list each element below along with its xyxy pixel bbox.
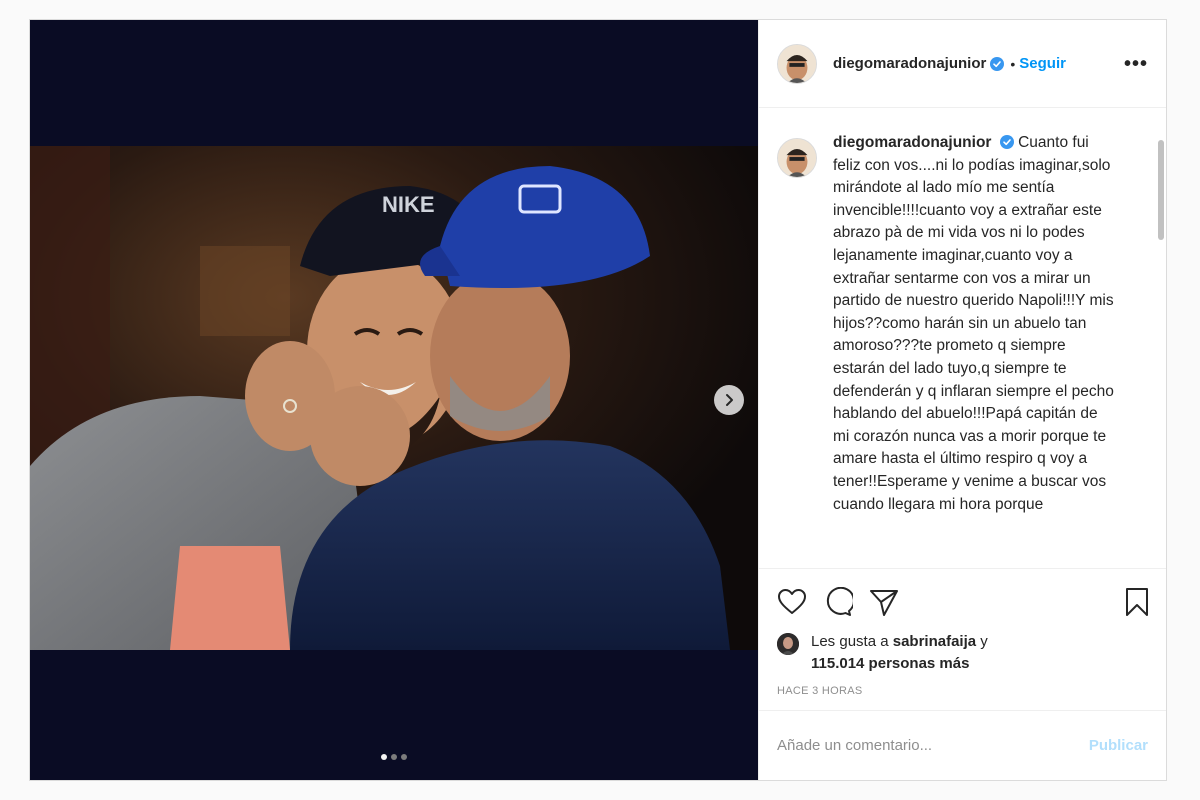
instagram-post: NIKE diegomaradonajunior • Seguir ••• di…	[29, 19, 1167, 781]
share-button[interactable]	[869, 588, 899, 616]
likes-text: Les gusta a sabrinafaija y 115.014 perso…	[811, 631, 988, 675]
caption-username[interactable]: diegomaradonajunior	[833, 134, 991, 151]
verified-badge-icon	[999, 135, 1014, 149]
post-timestamp[interactable]: Hace 3 horas	[777, 685, 1150, 697]
caption-text: Cuanto fui feliz con vos....ni lo podías…	[833, 134, 1114, 513]
post-side-panel: diegomaradonajunior • Seguir ••• diegoma…	[758, 20, 1166, 780]
carousel-indicator	[30, 754, 758, 760]
chevron-right-icon	[726, 394, 733, 406]
avatar-image	[778, 44, 816, 83]
caption-row: diegomaradonajunior Cuanto fui feliz con…	[777, 134, 1116, 516]
add-comment-bar: Publicar	[759, 710, 1166, 780]
header-separator: •	[1010, 55, 1016, 72]
carousel-next-button[interactable]	[714, 385, 744, 415]
liker-username[interactable]: sabrinafaija	[893, 633, 976, 650]
carousel-dot	[401, 754, 407, 760]
bookmark-icon	[1126, 588, 1148, 616]
comments-scrollbar[interactable]	[1158, 140, 1164, 240]
comments-area: diegomaradonajunior Cuanto fui feliz con…	[759, 108, 1166, 568]
post-media: NIKE	[30, 20, 758, 780]
carousel-dot	[381, 754, 387, 760]
verified-badge-icon	[990, 56, 1005, 71]
follow-button[interactable]: Seguir	[1019, 55, 1066, 72]
like-button[interactable]	[777, 588, 807, 616]
likes-connector: y	[980, 633, 988, 650]
likes-prefix: Les gusta a	[811, 633, 889, 650]
comment-input[interactable]	[777, 737, 1089, 754]
post-caption: diegomaradonajunior Cuanto fui feliz con…	[833, 132, 1116, 516]
author-username[interactable]: diegomaradonajunior	[833, 55, 986, 72]
likes-summary: Les gusta a sabrinafaija y 115.014 perso…	[777, 631, 1150, 675]
avatar-image	[777, 633, 799, 655]
post-actions: Les gusta a sabrinafaija y 115.014 perso…	[759, 568, 1166, 697]
avatar-image	[778, 139, 816, 177]
post-header: diegomaradonajunior • Seguir •••	[759, 20, 1166, 108]
publish-button[interactable]: Publicar	[1089, 737, 1148, 754]
photo-illustration: NIKE	[30, 146, 758, 650]
liker-avatar[interactable]	[777, 633, 799, 655]
action-icons	[777, 587, 1150, 617]
caption-author-avatar[interactable]	[777, 138, 817, 178]
likes-count[interactable]: 115.014 personas más	[811, 655, 969, 672]
paper-plane-icon	[870, 590, 898, 616]
comment-icon	[826, 587, 853, 616]
svg-text:NIKE: NIKE	[382, 192, 435, 217]
save-button[interactable]	[1124, 587, 1150, 617]
more-options-button[interactable]: •••	[1124, 54, 1148, 74]
author-avatar[interactable]	[777, 43, 817, 84]
post-photo: NIKE	[30, 146, 758, 650]
comment-button[interactable]	[823, 587, 853, 617]
carousel-dot	[391, 754, 397, 760]
heart-icon	[778, 589, 806, 614]
